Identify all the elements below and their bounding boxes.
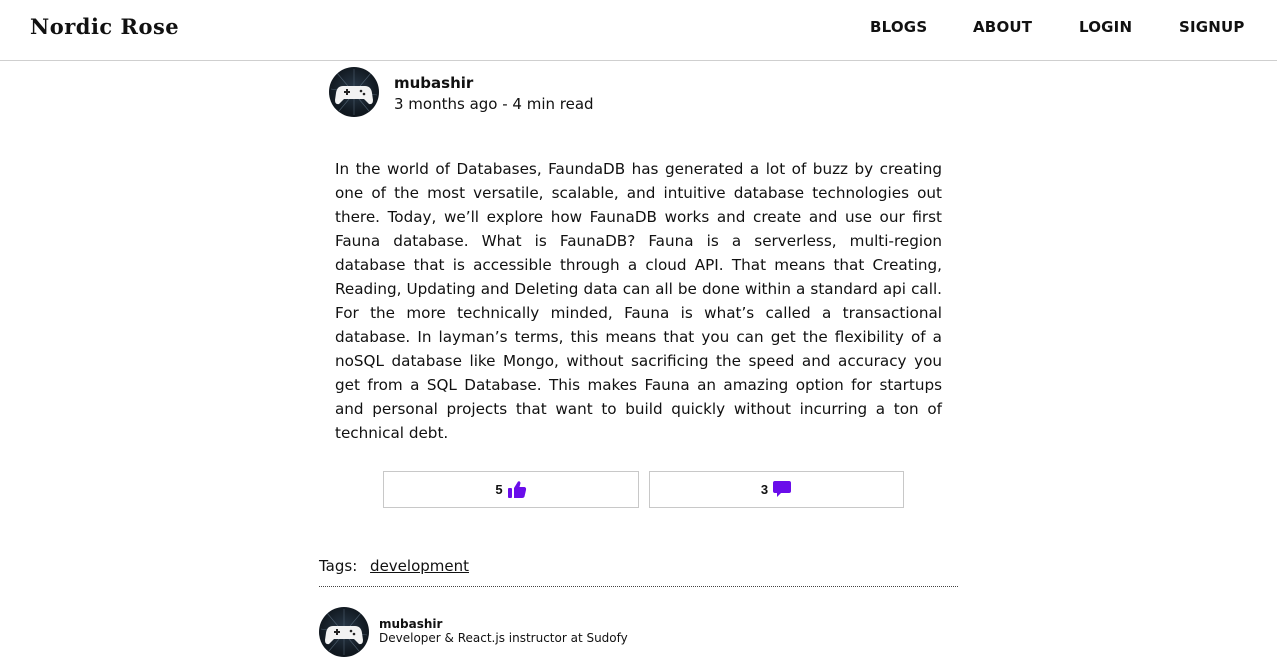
like-button[interactable]: 5	[383, 471, 639, 508]
tag-link[interactable]: development	[370, 557, 469, 575]
comment-count: 3	[760, 482, 769, 497]
nav-login[interactable]: LOGIN	[1079, 18, 1132, 36]
post-author-name[interactable]: mubashir	[394, 74, 473, 92]
navbar: Nordic Rose BLOGS ABOUT LOGIN SIGNUP	[0, 0, 1277, 61]
gamepad-icon	[330, 69, 378, 115]
divider	[319, 586, 958, 587]
tags-label: Tags:	[319, 557, 358, 575]
bio-text: Developer & React.js instructor at Sudof…	[379, 631, 628, 645]
avatar[interactable]	[319, 607, 369, 657]
nav-signup[interactable]: SIGNUP	[1179, 18, 1245, 36]
avatar[interactable]	[329, 67, 379, 117]
gamepad-icon	[320, 609, 368, 655]
nav-about[interactable]: ABOUT	[973, 18, 1032, 36]
comment-icon	[773, 481, 792, 497]
post-author-header: mubashir 3 months ago - 4 min read	[329, 67, 729, 119]
thumbs-up-icon	[507, 481, 526, 498]
brand-logo[interactable]: Nordic Rose	[30, 14, 179, 39]
post-meta: 3 months ago - 4 min read	[394, 95, 594, 113]
bio-author-name[interactable]: mubashir	[379, 617, 442, 631]
author-bio-card: mubashir Developer & React.js instructor…	[319, 607, 819, 659]
like-count: 5	[495, 482, 503, 497]
tags-row: Tags: development	[319, 557, 469, 575]
comment-button[interactable]: 3	[649, 471, 904, 508]
article-body: In the world of Databases, FaundaDB has …	[335, 160, 942, 442]
nav-blogs[interactable]: BLOGS	[870, 18, 927, 36]
